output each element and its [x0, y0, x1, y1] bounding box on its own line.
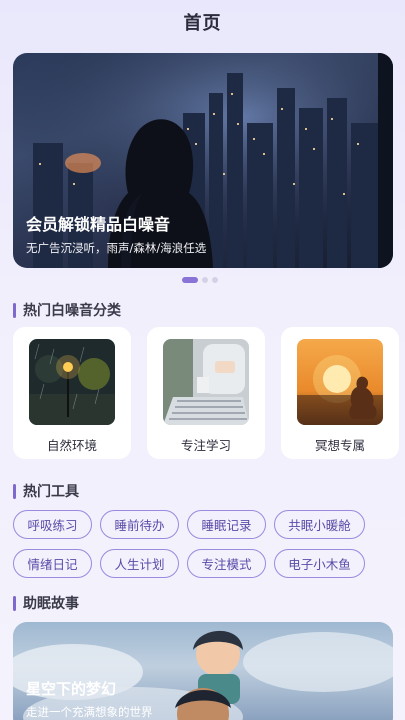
- rainy-night-thumbnail: [29, 339, 115, 425]
- story-subtitle: 走进一个充满想象的世界: [26, 705, 153, 719]
- story-title: 星空下的梦幻: [26, 680, 117, 698]
- tool-chip-mood-diary[interactable]: 情绪日记: [13, 549, 92, 578]
- tool-chip-breathing[interactable]: 呼吸练习: [13, 510, 92, 539]
- tool-chips: 呼吸练习 睡前待办 睡眠记录 共眠小暖舱 情绪日记 人生计划 专注模式 电子小木…: [13, 510, 393, 588]
- carousel-dot[interactable]: [182, 277, 198, 283]
- tool-chip-sleep-record[interactable]: 睡眠记录: [187, 510, 266, 539]
- top-bar: 首页: [0, 0, 405, 44]
- desk-study-thumbnail: [163, 339, 249, 425]
- category-card-meditation[interactable]: 冥想专属: [281, 327, 399, 459]
- carousel-indicator: [182, 277, 218, 283]
- section-accent-bar: [13, 595, 16, 611]
- section-accent-bar: [13, 302, 16, 318]
- category-card-nature[interactable]: 自然环境: [13, 327, 131, 459]
- carousel-dot[interactable]: [202, 277, 208, 283]
- story-card[interactable]: 星空下的梦幻 走进一个充满想象的世界: [13, 622, 393, 720]
- category-carousel: 自然环境 专注学习 冥想专属: [13, 327, 405, 461]
- category-label: 专注学习: [180, 438, 231, 453]
- tool-row: 情绪日记 人生计划 专注模式 电子小木鱼: [13, 549, 393, 578]
- tool-chip-bedtime-todo[interactable]: 睡前待办: [100, 510, 179, 539]
- tool-chip-focus-mode[interactable]: 专注模式: [187, 549, 266, 578]
- banner-subtitle: 无广告沉浸听，雨声/森林/海浪任选: [26, 241, 207, 255]
- section-title: 热门白噪音分类: [23, 303, 121, 319]
- tool-chip-life-plan[interactable]: 人生计划: [100, 549, 179, 578]
- section-title: 热门工具: [23, 484, 79, 500]
- city-night-illustration: [13, 53, 393, 268]
- section-header-stories: 助眠故事: [13, 593, 79, 613]
- section-title: 助眠故事: [23, 596, 79, 612]
- category-label: 自然环境: [46, 438, 97, 453]
- section-header-tools: 热门工具: [13, 481, 79, 501]
- section-accent-bar: [13, 483, 16, 499]
- sunset-meditation-thumbnail: [297, 339, 383, 425]
- category-label: 冥想专属: [314, 438, 365, 453]
- page-title: 首页: [183, 13, 222, 34]
- section-header-categories: 热门白噪音分类: [13, 300, 121, 320]
- promo-banner[interactable]: 会员解锁精品白噪音 无广告沉浸听，雨声/森林/海浪任选: [13, 53, 393, 268]
- tool-chip-co-sleep[interactable]: 共眠小暖舱: [274, 510, 365, 539]
- tool-chip-wooden-fish[interactable]: 电子小木鱼: [274, 549, 365, 578]
- tool-row: 呼吸练习 睡前待办 睡眠记录 共眠小暖舱: [13, 510, 393, 539]
- carousel-dot[interactable]: [212, 277, 218, 283]
- banner-title: 会员解锁精品白噪音: [26, 215, 171, 234]
- category-card-study[interactable]: 专注学习: [147, 327, 265, 459]
